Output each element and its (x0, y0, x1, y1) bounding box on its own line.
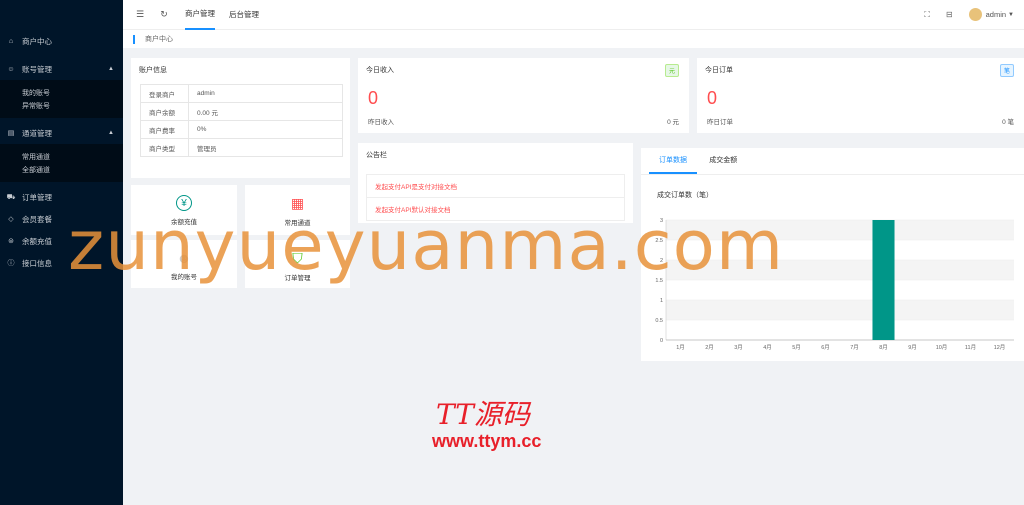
sidebar-item-label: 账号管理 (22, 64, 52, 74)
sidebar-item-channel[interactable]: ▤ 通道管理 ▲ (0, 122, 123, 144)
x-tick-label: 1月 (676, 344, 685, 351)
sidebar-subitem-abnormal-account[interactable]: 异常账号 (0, 99, 123, 112)
top-bar: ☰ ↻ 商户管理 后台管理 ⛶ ⊟ admin ▼ (123, 0, 1024, 30)
sidebar-item-label: 通道管理 (22, 128, 52, 138)
top-right-tools: ⛶ ⊟ admin ▼ (908, 8, 1024, 21)
chevron-up-icon: ▲ (108, 66, 114, 72)
card-title: 今日收入 (366, 67, 394, 74)
table-row: 商户余额 0.00 元 (140, 102, 343, 121)
cart-icon: ⛟ (6, 193, 16, 201)
sidebar-item-orders[interactable]: ⛟ 订单管理 (0, 186, 123, 208)
refresh-icon[interactable]: ↻ (157, 9, 171, 20)
logo-title: TT源码 (436, 398, 530, 431)
x-tick-label: 4月 (763, 344, 772, 351)
y-tick-label: 0.5 (655, 318, 663, 324)
orders-badge: 笔 (999, 64, 1014, 77)
fullscreen-icon[interactable]: ⛶ (924, 10, 930, 20)
watermark-text: zunyueyuanma.com (68, 206, 785, 286)
orders-value: 0 (707, 88, 718, 108)
account-info-table: 登录商户 admin 商户余额 0.00 元 商户费率 0% 商户类型 管理员 (140, 84, 343, 157)
x-tick-label: 8月 (879, 344, 888, 351)
sidebar-subitem-all-channel[interactable]: 全部通道 (0, 163, 123, 176)
today-orders-card: 今日订单 笔 0 昨日订单 0 笔 (697, 58, 1024, 133)
bar (872, 220, 895, 340)
tab-merchant-manage[interactable]: 商户管理 (185, 0, 215, 30)
x-tick-label: 9月 (908, 344, 917, 351)
x-tick-label: 3月 (734, 344, 743, 351)
channel-icon: ▤ (7, 130, 15, 137)
breadcrumb-marker (133, 34, 135, 44)
sidebar-item-label: 会员套餐 (22, 214, 52, 224)
sidebar-item-account[interactable]: ☺ 账号管理 ▲ (0, 58, 123, 80)
today-income-card: 今日收入 元 0 昨日收入 0 元 (358, 58, 689, 133)
tab-admin-manage[interactable]: 后台管理 (229, 0, 259, 30)
x-tick-label: 6月 (821, 344, 830, 351)
income-footer-label: 昨日收入 (368, 119, 394, 126)
home-icon: ⌂ (8, 37, 14, 45)
x-tick-label: 11月 (965, 344, 976, 351)
x-tick-label: 12月 (994, 344, 1006, 351)
table-row: 商户类型 管理员 (140, 138, 343, 157)
chevron-up-icon: ▲ (108, 130, 114, 136)
x-tick-label: 10月 (936, 344, 948, 351)
info-icon: ⓘ (7, 260, 15, 267)
card-title: 账户信息 (139, 67, 167, 74)
wallet-icon: ⊜ (8, 238, 14, 245)
chart-tabs: 订单数据 成交金额 (641, 148, 1024, 175)
username[interactable]: admin (986, 10, 1006, 19)
submenu-channel: 常用通道 全部通道 (0, 144, 123, 182)
card-title: 今日订单 (705, 67, 733, 74)
account-info-card: 账户信息 登录商户 admin 商户余额 0.00 元 商户费率 0% 商户类型 管理员 (131, 58, 350, 178)
diamond-icon: ◇ (8, 216, 14, 223)
income-badge: 元 (664, 64, 679, 77)
grid-band (666, 300, 1014, 320)
card-title: 公告栏 (366, 152, 387, 159)
submenu-account: 我的账号 异常账号 (0, 80, 123, 118)
sidebar-subitem-my-account[interactable]: 我的账号 (0, 86, 123, 99)
sidebar-item-label: 余额充值 (22, 236, 52, 246)
lock-icon[interactable]: ⊟ (946, 10, 953, 19)
notice-link[interactable]: 发起支付API是支付对接文档 (367, 175, 624, 198)
breadcrumb-current: 商户中心 (145, 36, 173, 43)
user-icon: ☺ (7, 65, 15, 73)
tab-deal-amount[interactable]: 成交金额 (699, 148, 747, 172)
breadcrumb: 商户中心 (123, 30, 1024, 48)
menu-toggle-icon[interactable]: ☰ (133, 9, 147, 20)
table-row: 商户费率 0% (140, 120, 343, 139)
chevron-down-icon[interactable]: ▼ (1008, 12, 1014, 18)
sidebar-item-label: 接口信息 (22, 258, 52, 268)
avatar[interactable] (968, 8, 982, 21)
orders-footer-label: 昨日订单 (707, 119, 733, 126)
x-tick-label: 7月 (850, 344, 859, 351)
income-footer-value: 0 元 (667, 119, 679, 126)
chart-title: 成交订单数（笔） (657, 192, 713, 199)
logo-url: www.ttym.cc (432, 431, 542, 451)
y-tick-label: 1 (660, 298, 663, 304)
sidebar-item-merchant-center[interactable]: ⌂ 商户中心 (0, 30, 123, 52)
sidebar-item-label: 订单管理 (22, 192, 52, 202)
watermark-logo: TT源码 www.ttym.cc (432, 393, 584, 453)
y-tick-label: 0 (660, 338, 663, 344)
table-row: 登录商户 admin (140, 84, 343, 103)
orders-footer-value: 0 笔 (1002, 119, 1014, 126)
x-tick-label: 2月 (705, 344, 714, 351)
tab-order-data[interactable]: 订单数据 (649, 148, 697, 174)
income-value: 0 (368, 88, 379, 108)
sidebar-subitem-common-channel[interactable]: 常用通道 (0, 150, 123, 163)
x-tick-label: 5月 (792, 344, 801, 351)
sidebar-item-label: 商户中心 (22, 36, 52, 46)
